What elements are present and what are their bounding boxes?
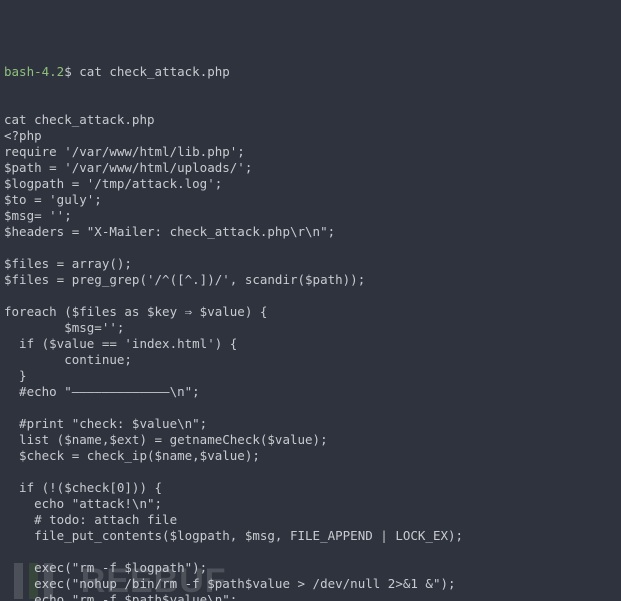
code-line: [4, 464, 617, 480]
code-line: #print "check: $value\n";: [4, 416, 617, 432]
code-line: require '/var/www/html/lib.php';: [4, 144, 617, 160]
code-line: echo "attack!\n";: [4, 496, 617, 512]
code-line: # todo: attach file: [4, 512, 617, 528]
code-line: $msg='';: [4, 320, 617, 336]
code-line: $check = check_ip($name,$value);: [4, 448, 617, 464]
code-line: list ($name,$ext) = getnameCheck($value)…: [4, 432, 617, 448]
code-line: [4, 288, 617, 304]
code-line: $files = preg_grep('/^([^.])/', scandir(…: [4, 272, 617, 288]
code-line: exec("rm -f $logpath");: [4, 560, 617, 576]
code-line: $logpath = '/tmp/attack.log';: [4, 176, 617, 192]
code-line: continue;: [4, 352, 617, 368]
shell-name: bash-4.2: [4, 64, 64, 79]
file-contents: cat check_attack.php<?phprequire '/var/w…: [4, 112, 617, 601]
code-line: foreach ($files as $key ⇒ $value) {: [4, 304, 617, 320]
code-line: if ($value == 'index.html') {: [4, 336, 617, 352]
code-line: [4, 544, 617, 560]
code-line: #echo "—————————————\n";: [4, 384, 617, 400]
code-line: }: [4, 368, 617, 384]
code-line: $files = array();: [4, 256, 617, 272]
prompt-line: bash-4.2$ cat check_attack.php: [4, 64, 617, 80]
code-line: cat check_attack.php: [4, 112, 617, 128]
code-line: <?php: [4, 128, 617, 144]
code-line: [4, 240, 617, 256]
code-line: $msg= '';: [4, 208, 617, 224]
terminal-output[interactable]: bash-4.2$ cat check_attack.php cat check…: [0, 0, 621, 601]
code-line: file_put_contents($logpath, $msg, FILE_A…: [4, 528, 617, 544]
code-line: $path = '/var/www/html/uploads/';: [4, 160, 617, 176]
prompt-separator: $: [64, 64, 79, 79]
code-line: if (!($check[0])) {: [4, 480, 617, 496]
code-line: $to = 'guly';: [4, 192, 617, 208]
code-line: exec("nohup /bin/rm -f $path$value > /de…: [4, 576, 617, 592]
code-line: echo "rm -f $path$value\n";: [4, 592, 617, 601]
code-line: [4, 400, 617, 416]
typed-command: cat check_attack.php: [79, 64, 230, 79]
code-line: $headers = "X-Mailer: check_attack.php\r…: [4, 224, 617, 240]
